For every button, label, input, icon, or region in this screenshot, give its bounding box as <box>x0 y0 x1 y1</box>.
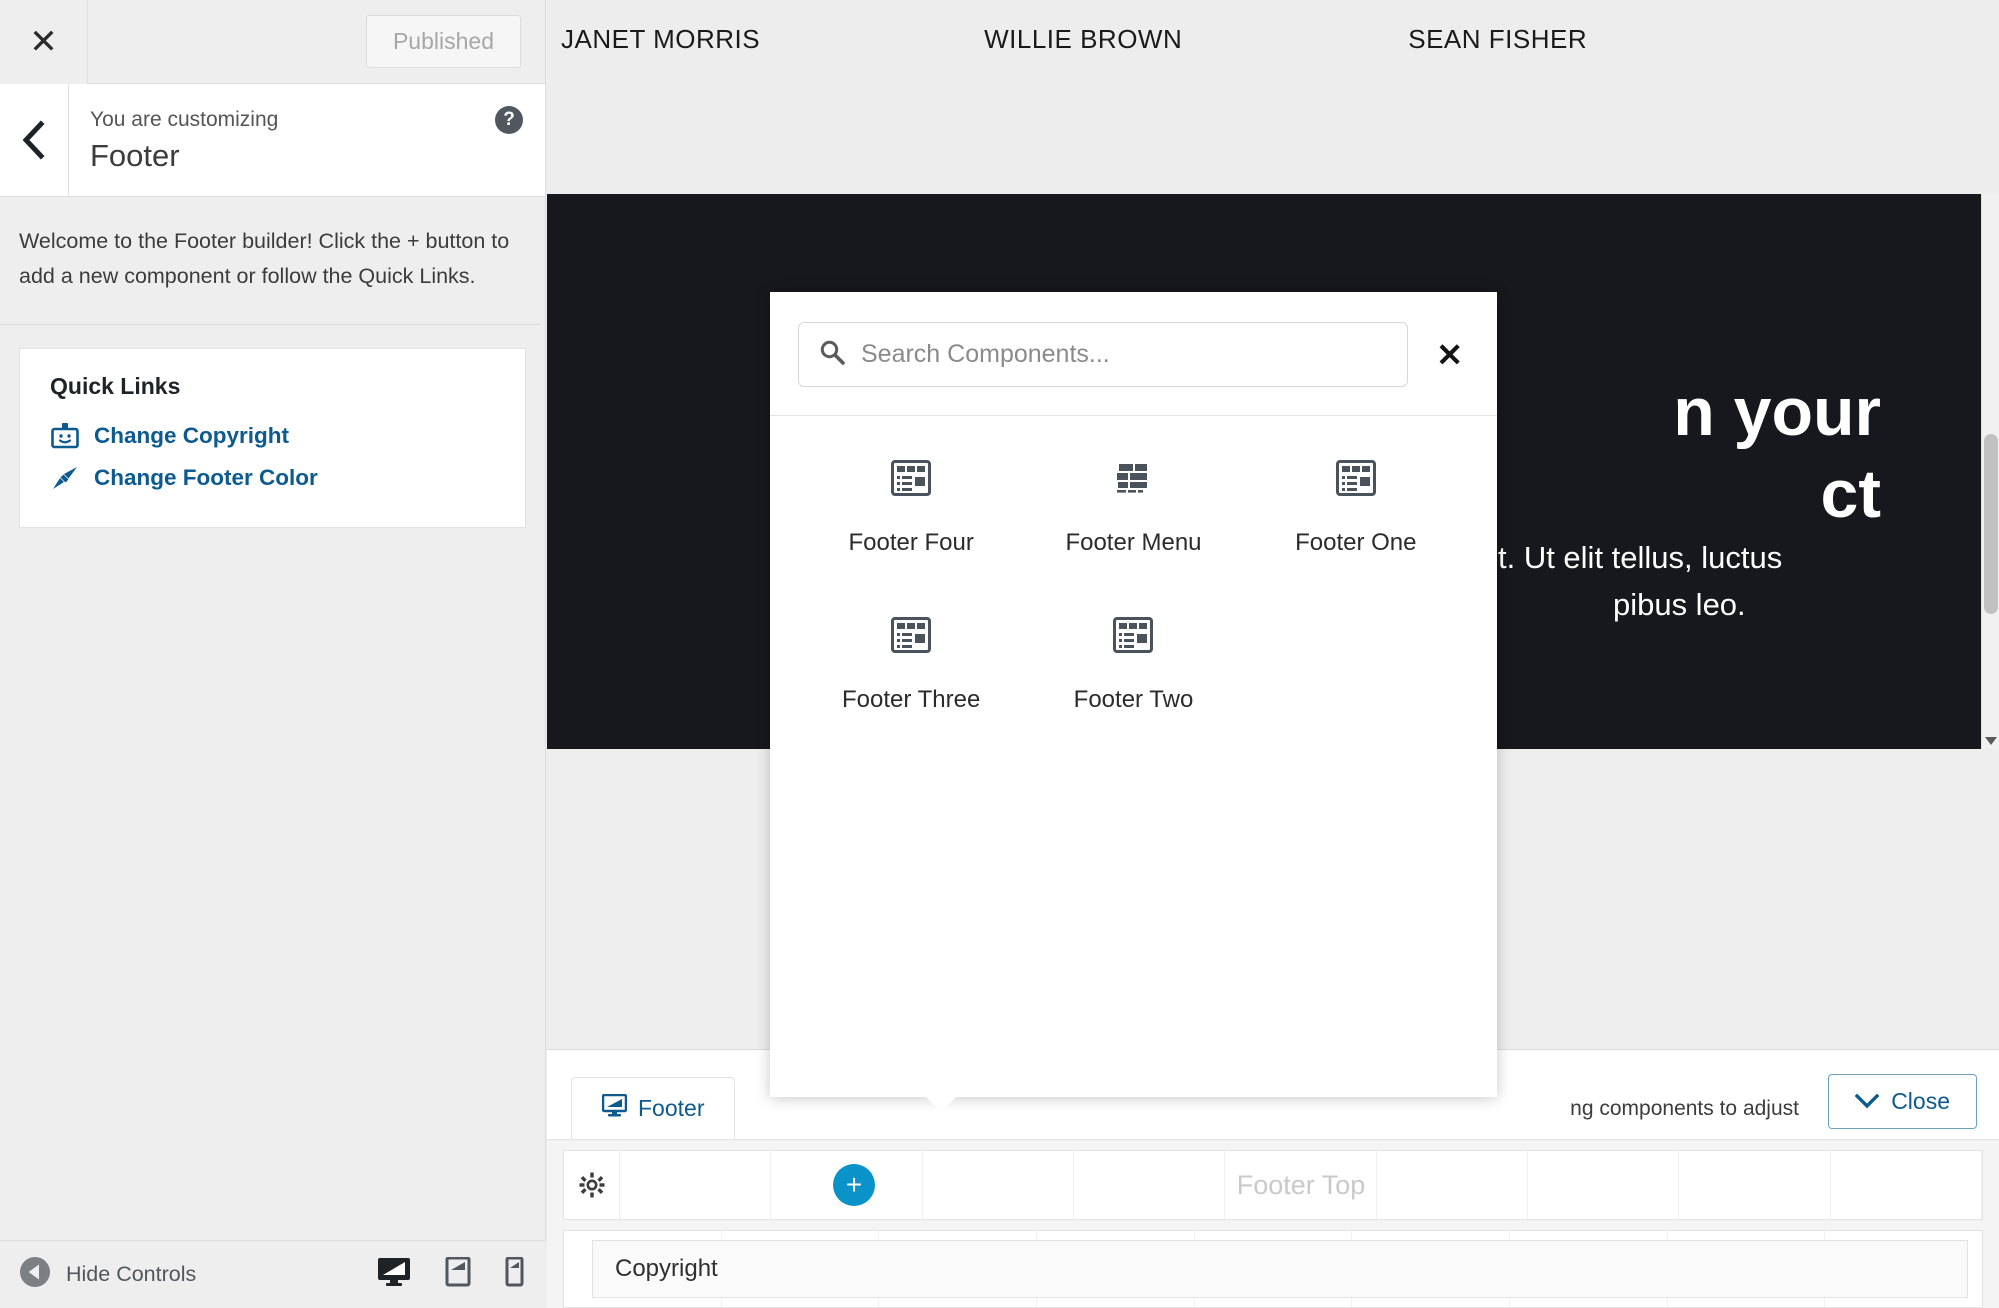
search-components-field[interactable] <box>798 322 1409 387</box>
close-builder-label: Close <box>1891 1088 1950 1114</box>
quick-link-change-copyright[interactable]: Change Copyright <box>50 415 495 457</box>
customizer-footer-bar: Hide Controls <box>0 1240 546 1308</box>
builder-column[interactable] <box>1679 1151 1831 1219</box>
builder-widget-copyright[interactable]: Copyright <box>592 1240 1968 1298</box>
component-label: Footer Two <box>1073 686 1194 713</box>
builder-column[interactable] <box>620 1151 772 1219</box>
layout-bricks-icon <box>1113 460 1153 503</box>
add-component-button[interactable]: + <box>833 1164 875 1206</box>
desktop-preview-icon[interactable] <box>377 1257 411 1292</box>
close-icon: ✕ <box>29 22 58 61</box>
component-label: Footer Three <box>842 686 981 713</box>
paintbrush-icon <box>50 463 80 493</box>
desktop-icon <box>601 1093 628 1123</box>
close-picker-button[interactable]: ✕ <box>1430 339 1469 371</box>
layout-sidebar-icon <box>891 460 932 503</box>
picker-pointer-tail <box>925 1096 957 1112</box>
layout-sidebar-icon <box>1113 617 1154 660</box>
close-builder-button[interactable]: Close <box>1828 1074 1977 1129</box>
customizer-topbar: ✕ Published <box>0 0 545 84</box>
builder-column[interactable] <box>1831 1151 1982 1219</box>
quick-link-change-footer-color[interactable]: Change Footer Color <box>50 457 495 499</box>
builder-column[interactable] <box>923 1151 1074 1219</box>
preview-names-list: JANET MORRIS WILLIE BROWN SEAN FISHER <box>547 0 1999 55</box>
preview-scrollbar[interactable] <box>1981 194 1999 749</box>
builder-hint-text: ng components to adjust <box>1570 1097 1799 1120</box>
hide-controls-label: Hide Controls <box>66 1262 197 1286</box>
component-grid: Footer Four Footer Menu Footer One Foote… <box>770 416 1497 1097</box>
builder-widget-label: Copyright <box>615 1255 718 1282</box>
hide-controls-button[interactable]: Hide Controls <box>18 1255 196 1294</box>
search-input[interactable] <box>861 340 1388 369</box>
search-icon <box>819 339 845 370</box>
picker-header: ✕ <box>770 292 1497 416</box>
page-title: Footer <box>90 137 180 173</box>
tablet-preview-icon[interactable] <box>445 1256 471 1292</box>
builder-column[interactable] <box>1528 1151 1680 1219</box>
preview-team-bar: JANET MORRIS WILLIE BROWN SEAN FISHER <box>547 0 1999 194</box>
builder-row-bottom[interactable]: Copyright <box>563 1230 1983 1308</box>
quick-link-label: Change Copyright <box>94 422 289 448</box>
component-footer-two[interactable]: Footer Two <box>1022 607 1244 724</box>
builder-column[interactable] <box>1074 1151 1226 1219</box>
help-icon[interactable]: ? <box>495 106 523 134</box>
quick-link-label: Change Footer Color <box>94 464 318 490</box>
published-button[interactable]: Published <box>365 15 521 68</box>
quick-links-title: Quick Links <box>50 372 181 399</box>
id-badge-icon <box>50 421 80 451</box>
chevron-left-icon <box>21 120 47 160</box>
customizer-sidebar: ✕ Published You are customizing Footer ?… <box>0 0 546 1308</box>
quick-links-card: Quick Links Change Copyright Change Foot… <box>19 347 526 528</box>
layout-sidebar-icon <box>1335 460 1376 503</box>
gear-icon[interactable] <box>564 1151 620 1219</box>
quick-links-wrapper: Quick Links Change Copyright Change Foot… <box>0 325 545 528</box>
customizer-screen: ✕ Published You are customizing Footer ?… <box>0 0 1999 1308</box>
chevron-down-icon <box>1854 1088 1880 1115</box>
preview-name: JANET MORRIS <box>561 24 761 54</box>
builder-rows: Footer Top + Copyright <box>547 1140 1999 1308</box>
component-label: Footer Four <box>848 529 974 556</box>
sidebar-body: Welcome to the Footer builder! Click the… <box>0 197 545 528</box>
welcome-text: Welcome to the Footer builder! Click the… <box>0 197 540 325</box>
component-picker-modal: ✕ <box>770 292 1497 1112</box>
component-footer-menu[interactable]: Footer Menu <box>1022 450 1244 567</box>
builder-row-columns: Footer Top + <box>620 1151 1982 1219</box>
component-label: Footer One <box>1295 529 1417 556</box>
preview-paragraph-right2: pibus leo. <box>1612 587 1746 623</box>
preview-headline: n your ct <box>1673 374 1881 532</box>
builder-column[interactable] <box>1377 1151 1528 1219</box>
component-footer-three[interactable]: Footer Three <box>800 607 1022 724</box>
mobile-preview-icon[interactable] <box>505 1256 524 1292</box>
tab-label: Footer <box>638 1095 705 1121</box>
customizing-preamble: You are customizing <box>90 107 279 131</box>
panel-title-block: You are customizing Footer ? <box>69 84 545 196</box>
preview-scrollbar-thumb[interactable] <box>1984 434 1998 614</box>
collapse-left-icon <box>18 1255 52 1294</box>
component-footer-one[interactable]: Footer One <box>1245 450 1467 567</box>
device-preview-group <box>377 1256 524 1292</box>
plus-icon: + <box>845 1169 863 1200</box>
back-button[interactable] <box>0 84 69 196</box>
tab-footer[interactable]: Footer <box>571 1077 736 1139</box>
component-label: Footer Menu <box>1065 529 1202 556</box>
layout-sidebar-icon <box>891 617 932 660</box>
close-customizer-button[interactable]: ✕ <box>0 0 88 84</box>
preview-name: WILLIE BROWN <box>984 24 1183 54</box>
scroll-down-arrow-icon[interactable] <box>1985 737 1997 745</box>
preview-name: SEAN FISHER <box>1408 24 1588 54</box>
builder-column[interactable] <box>1225 1151 1377 1219</box>
panel-header: You are customizing Footer ? <box>0 84 545 197</box>
builder-row-footer-top[interactable]: Footer Top + <box>563 1150 1983 1220</box>
component-footer-four[interactable]: Footer Four <box>800 450 1022 567</box>
